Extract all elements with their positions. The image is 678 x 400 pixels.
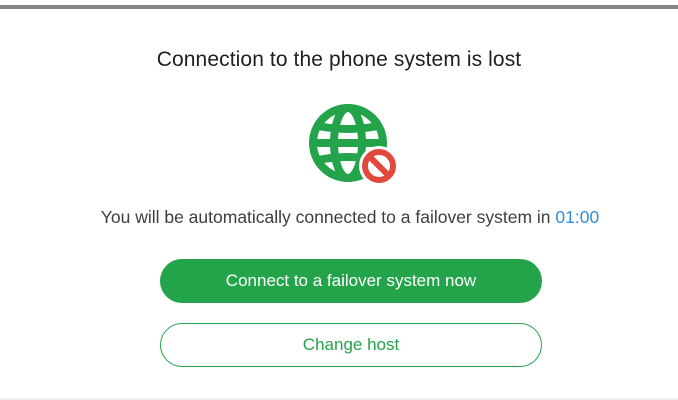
connection-lost-dialog: Connection to the phone system is lost Y… — [0, 0, 678, 400]
failover-message-text: You will be automatically connected to a… — [100, 207, 556, 227]
connect-failover-button[interactable]: Connect to a failover system now — [160, 259, 542, 303]
countdown-timer: 01:00 — [555, 207, 600, 227]
globe-blocked-icon — [304, 100, 400, 190]
failover-message: You will be automatically connected to a… — [0, 207, 678, 228]
change-host-button[interactable]: Change host — [160, 323, 542, 367]
dialog-title: Connection to the phone system is lost — [156, 48, 522, 71]
top-divider — [0, 5, 678, 9]
blocked-icon — [359, 146, 399, 186]
